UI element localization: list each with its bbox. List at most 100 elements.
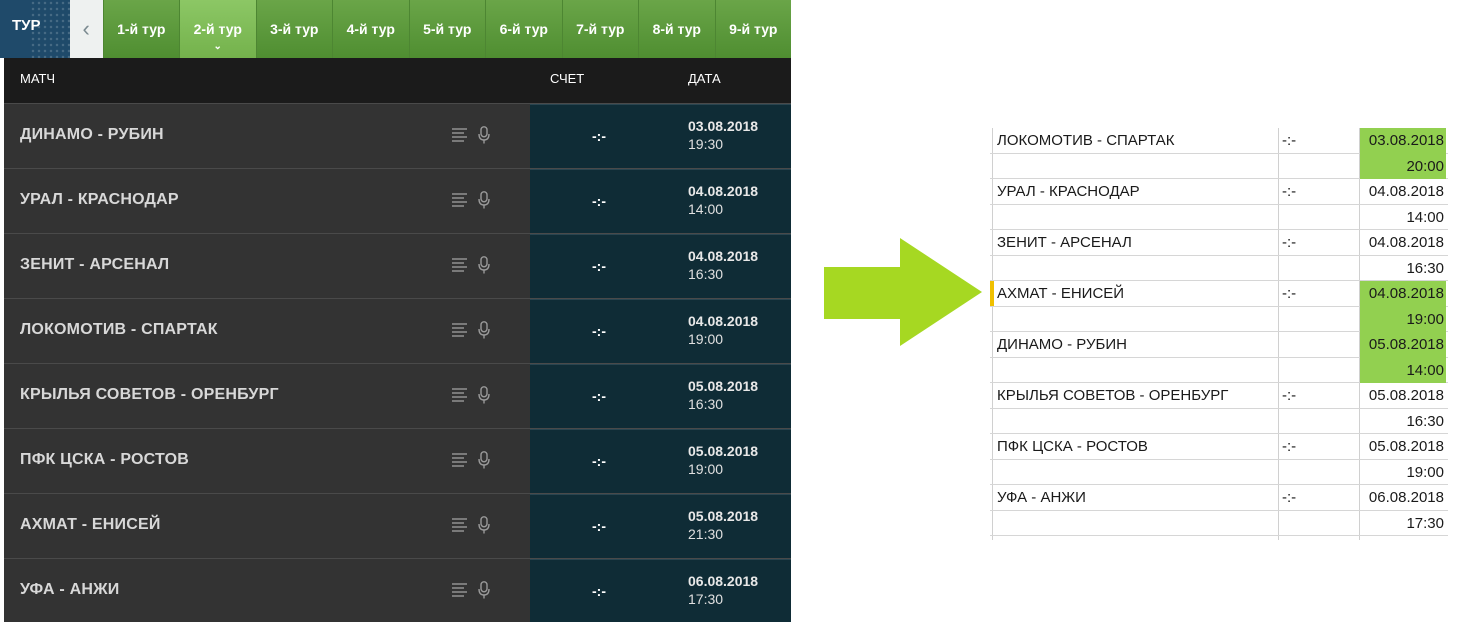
text-broadcast-icon[interactable]	[452, 193, 468, 207]
table-row[interactable]: ПФК ЦСКА - РОСТОВ -:- 05.08.2018 19:00	[4, 428, 791, 493]
match-score: -:-	[592, 128, 606, 144]
sheet-time-cell[interactable]: 16:30	[1360, 409, 1446, 435]
tour-tab[interactable]: 6-й тур	[485, 0, 562, 58]
tour-bar: ТУР ‹ 1-й тур 2-й тур ⌄ 3-й тур 4-й тур 5-й т…	[0, 0, 791, 58]
table-row[interactable]: УРАЛ - КРАСНОДАР -:- 04.08.2018 14:00	[4, 168, 791, 233]
microphone-icon[interactable]	[478, 516, 490, 534]
match-date: 05.08.2018	[688, 443, 759, 459]
row-divider	[530, 494, 791, 495]
text-broadcast-icon[interactable]	[452, 518, 468, 532]
tour-tab[interactable]: 7-й тур	[561, 0, 638, 58]
sheet-match-cell[interactable]: ДИНАМО - РУБИН	[997, 332, 1127, 358]
text-broadcast-icon[interactable]	[452, 128, 468, 142]
sheet-match-cell[interactable]: УФА - АНЖИ	[997, 485, 1086, 511]
sheet-match-cell[interactable]: ПФК ЦСКА - РОСТОВ	[997, 434, 1148, 460]
sheet-date-cell[interactable]: 05.08.2018	[1360, 332, 1446, 358]
tour-tab-label: 4-й тур	[346, 21, 395, 37]
sheet-date-cell[interactable]: 04.08.2018	[1360, 230, 1446, 256]
microphone-icon[interactable]	[478, 191, 490, 209]
prev-tour-button[interactable]: ‹	[69, 0, 103, 58]
sheet-score-cell[interactable]: -:-	[1282, 383, 1296, 409]
sheet-score-cell[interactable]: -:-	[1282, 434, 1296, 460]
row-divider	[530, 234, 791, 235]
sheet-row: 16:30	[990, 256, 1448, 282]
sheet-time-cell[interactable]: 20:00	[1360, 153, 1446, 179]
sheet-row: 17:30	[990, 511, 1448, 537]
match-score: -:-	[592, 258, 606, 274]
table-row[interactable]: УФА - АНЖИ -:- 06.08.2018 17:30	[4, 558, 791, 623]
sheet-date-cell[interactable]: 04.08.2018	[1360, 281, 1446, 307]
tour-tab-label: 8-й тур	[652, 21, 701, 37]
match-time: 17:30	[688, 591, 724, 607]
sheet-match-cell[interactable]: ЗЕНИТ - АРСЕНАЛ	[997, 230, 1132, 256]
table-row[interactable]: ЗЕНИТ - АРСЕНАЛ -:- 04.08.2018 16:30	[4, 233, 791, 298]
match-date: 06.08.2018	[688, 573, 759, 589]
sheet-row: 14:00	[990, 357, 1448, 383]
microphone-icon[interactable]	[478, 581, 490, 599]
microphone-icon[interactable]	[478, 386, 490, 404]
sheet-row: 19:00	[990, 306, 1448, 332]
table-row[interactable]: КРЫЛЬЯ СОВЕТОВ - ОРЕНБУРГ -:- 05.08.2018 16…	[4, 363, 791, 428]
tour-tab-label: 1-й тур	[117, 21, 166, 37]
sheet-date-cell[interactable]: 06.08.2018	[1360, 485, 1446, 511]
tour-tab-label: 7-й тур	[576, 21, 625, 37]
tour-tab[interactable]: 3-й тур	[255, 0, 332, 58]
tour-tab[interactable]: 8-й тур	[638, 0, 715, 58]
sheet-match-cell[interactable]: КРЫЛЬЯ СОВЕТОВ - ОРЕНБУРГ	[997, 383, 1228, 409]
sheet-score-cell[interactable]: -:-	[1282, 281, 1296, 307]
sheet-score-cell[interactable]: -:-	[1282, 179, 1296, 205]
text-broadcast-icon[interactable]	[452, 323, 468, 337]
sheet-time-cell[interactable]: 17:30	[1360, 511, 1446, 537]
text-broadcast-icon[interactable]	[452, 258, 468, 272]
sheet-score-cell[interactable]: -:-	[1282, 230, 1296, 256]
tour-tab[interactable]: 2-й тур ⌄	[179, 0, 256, 58]
sheet-time-cell[interactable]: 19:00	[1360, 460, 1446, 486]
text-broadcast-icon[interactable]	[452, 388, 468, 402]
sheet-row: ПФК ЦСКА - РОСТОВ -:- 05.08.2018	[990, 434, 1448, 460]
tour-tab[interactable]: 5-й тур	[408, 0, 485, 58]
match-date: 04.08.2018	[688, 248, 759, 264]
header-score: СЧЕТ	[550, 71, 585, 86]
sheet-score-cell[interactable]: -:-	[1282, 485, 1296, 511]
sheet-match-cell[interactable]: УРАЛ - КРАСНОДАР	[997, 179, 1140, 205]
match-time: 16:30	[688, 396, 724, 412]
sheet-date-cell[interactable]: 05.08.2018	[1360, 434, 1446, 460]
sheet-time-cell[interactable]: 14:00	[1360, 205, 1446, 231]
match-date: 04.08.2018	[688, 313, 759, 329]
sheet-row: ДИНАМО - РУБИН 05.08.2018	[990, 332, 1448, 358]
header-match: МАТЧ	[20, 71, 56, 86]
match-time: 14:00	[688, 201, 724, 217]
microphone-icon[interactable]	[478, 451, 490, 469]
sheet-row: УФА - АНЖИ -:- 06.08.2018	[990, 485, 1448, 511]
row-divider	[530, 169, 791, 170]
match-score: -:-	[592, 388, 606, 404]
match-time: 16:30	[688, 266, 724, 282]
sheet-time-cell[interactable]: 14:00	[1360, 357, 1446, 383]
table-row[interactable]: АХМАТ - ЕНИСЕЙ -:- 05.08.2018 21:30	[4, 493, 791, 558]
microphone-icon[interactable]	[478, 321, 490, 339]
tour-tab[interactable]: 1-й тур	[102, 0, 179, 58]
sheet-match-cell[interactable]: АХМАТ - ЕНИСЕЙ	[997, 281, 1124, 307]
sheet-row: УРАЛ - КРАСНОДАР -:- 04.08.2018	[990, 179, 1448, 205]
table-row[interactable]: ЛОКОМОТИВ - СПАРТАК -:- 04.08.2018 19:00	[4, 298, 791, 363]
microphone-icon[interactable]	[478, 256, 490, 274]
schedule-widget: ТУР ‹ 1-й тур 2-й тур ⌄ 3-й тур 4-й тур 5-й т…	[0, 0, 791, 622]
sheet-date-cell[interactable]: 03.08.2018	[1360, 128, 1446, 154]
sheet-date-cell[interactable]: 05.08.2018	[1360, 383, 1446, 409]
match-score: -:-	[592, 453, 606, 469]
sheet-row: АХМАТ - ЕНИСЕЙ -:- 04.08.2018	[990, 281, 1448, 307]
sheet-time-cell[interactable]: 19:00	[1360, 306, 1446, 332]
tour-tab[interactable]: 4-й тур	[332, 0, 409, 58]
tour-tab[interactable]: 9-й тур	[714, 0, 791, 58]
text-broadcast-icon[interactable]	[452, 583, 468, 597]
sheet-score-cell[interactable]: -:-	[1282, 128, 1296, 154]
text-broadcast-icon[interactable]	[452, 453, 468, 467]
microphone-icon[interactable]	[478, 126, 490, 144]
spreadsheet: ЛОКОМОТИВ - СПАРТАК -:- 03.08.2018 20:00 УРА…	[990, 128, 1450, 540]
sheet-match-cell[interactable]: ЛОКОМОТИВ - СПАРТАК	[997, 128, 1175, 154]
sheet-date-cell[interactable]: 04.08.2018	[1360, 179, 1446, 205]
table-row[interactable]: ДИНАМО - РУБИН -:- 03.08.2018 19:30	[4, 103, 791, 168]
sheet-row: 14:00	[990, 205, 1448, 231]
match-score: -:-	[592, 518, 606, 534]
sheet-time-cell[interactable]: 16:30	[1360, 256, 1446, 282]
